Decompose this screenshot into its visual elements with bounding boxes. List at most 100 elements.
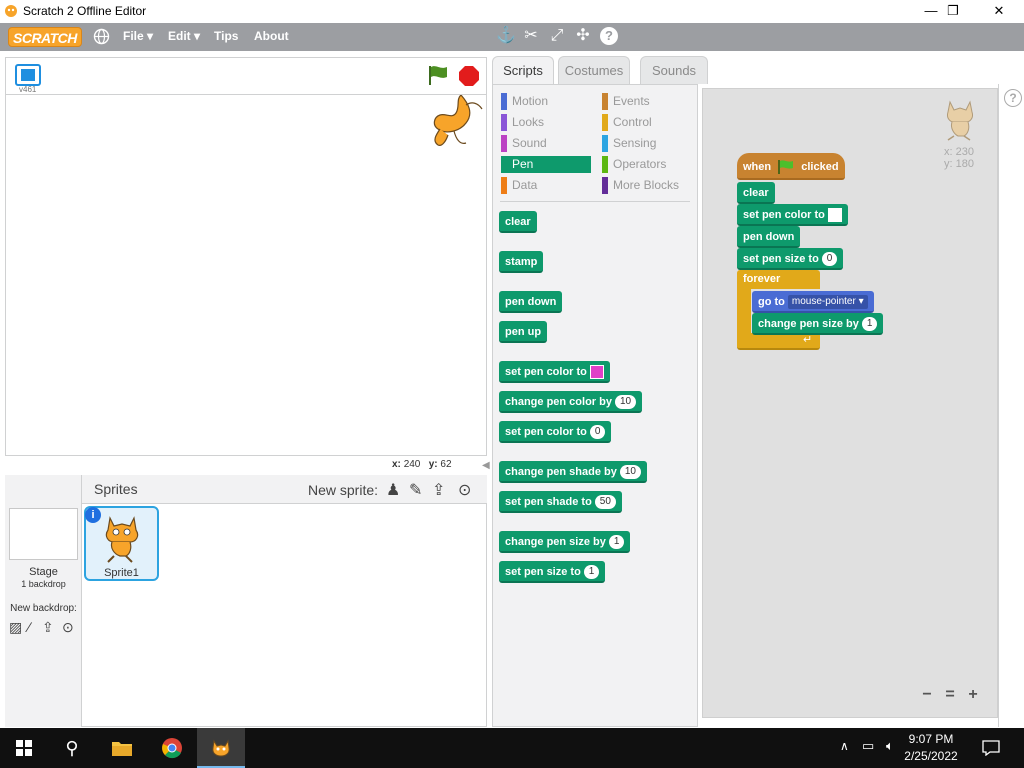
camera-backdrop-icon[interactable]: ⊙ — [62, 619, 74, 636]
clock-date: 2/25/2022 — [904, 749, 958, 763]
block-set-pen-size-to[interactable]: set pen size to 1 — [499, 561, 606, 583]
go-to-target-dropdown[interactable]: mouse-pointer ▾ — [787, 295, 868, 310]
sprite-x-readout: x: 230 — [944, 146, 974, 158]
camera-sprite-icon[interactable]: ⊙ — [458, 480, 471, 500]
block-clear[interactable]: clear — [499, 211, 537, 233]
stage-thumbnail[interactable] — [9, 508, 78, 560]
shrink-icon[interactable]: ✣ — [574, 27, 592, 45]
help-icon[interactable]: ? — [600, 27, 618, 45]
windows-start-icon[interactable] — [16, 740, 32, 756]
stop-icon[interactable] — [458, 65, 480, 87]
block-pen-up[interactable]: pen up — [499, 321, 548, 343]
backdrop-library-icon[interactable]: ▨ — [9, 619, 22, 636]
category-more-blocks[interactable]: More Blocks — [602, 177, 692, 194]
cat-sprite-on-stage[interactable] — [426, 95, 486, 150]
script-pen-down[interactable]: pen down — [737, 226, 801, 248]
tab-scripts[interactable]: Scripts — [492, 56, 554, 84]
scratch-menubar: SCRATCH File ▾ Edit ▾ Tips About ⚓ ✂ ⤢ ✣… — [0, 23, 1024, 51]
block-set-pen-color-to-number[interactable]: set pen color to 0 — [499, 421, 612, 443]
zoom-reset-icon[interactable]: = — [941, 686, 959, 704]
block-change-pen-size-by[interactable]: change pen size by 1 — [499, 531, 631, 553]
scratch-logo: SCRATCH — [8, 27, 82, 47]
pen-color-swatch[interactable] — [589, 365, 604, 380]
volume-icon[interactable]: 🔈︎ — [886, 738, 894, 754]
script-set-pen-size-to[interactable]: set pen size to 0 — [737, 248, 844, 270]
upload-backdrop-icon[interactable]: ⇪ — [42, 619, 54, 636]
mouse-coordinates: x: 240 y: 62 — [392, 459, 452, 470]
block-change-pen-color-by[interactable]: change pen color by 10 — [499, 391, 643, 413]
script-pen-color-swatch[interactable] — [827, 208, 842, 223]
upload-sprite-icon[interactable]: ⇪ — [432, 480, 445, 500]
delete-icon[interactable]: ✂ — [522, 27, 540, 45]
script-when-flag-clicked[interactable]: when clicked — [737, 153, 845, 180]
category-control[interactable]: Control — [602, 114, 692, 131]
choose-sprite-library-icon[interactable]: ♟ — [386, 480, 400, 500]
tab-sounds[interactable]: Sounds — [640, 56, 708, 84]
sprite-name: Sprite1 — [104, 567, 139, 579]
category-data[interactable]: Data — [501, 177, 591, 194]
stage-canvas[interactable] — [5, 94, 487, 456]
category-pen[interactable]: Pen — [501, 156, 591, 173]
block-change-pen-shade-by[interactable]: change pen shade by 10 — [499, 461, 647, 483]
category-motion[interactable]: Motion — [501, 93, 591, 110]
stage-label: Stage — [29, 566, 58, 578]
menu-tips[interactable]: Tips — [214, 29, 238, 43]
duplicate-icon[interactable]: ⚓ — [496, 27, 516, 45]
grow-icon[interactable]: ⤢ — [548, 27, 566, 45]
category-operators[interactable]: Operators — [602, 156, 692, 173]
search-icon[interactable]: ⚲ — [48, 728, 96, 768]
tab-costumes[interactable]: Costumes — [558, 56, 630, 84]
tray-chevron-icon[interactable]: ∧ — [840, 739, 849, 753]
fullscreen-icon[interactable] — [15, 64, 41, 86]
clock[interactable]: 9:07 PM 2/25/2022 — [896, 731, 966, 765]
zoom-out-icon[interactable]: − — [918, 686, 936, 704]
collapse-stage-arrow[interactable]: ◀ — [482, 460, 490, 472]
maximize-button[interactable]: ❐ — [930, 0, 976, 23]
block-pen-down[interactable]: pen down — [499, 291, 563, 313]
notifications-icon[interactable] — [982, 740, 1000, 756]
green-flag-icon[interactable] — [427, 64, 449, 86]
zoom-in-icon[interactable]: + — [964, 686, 982, 704]
backdrop-count: 1 backdrop — [21, 579, 66, 589]
block-stamp[interactable]: stamp — [499, 251, 544, 273]
script-change-pen-size-by[interactable]: change pen size by 1 — [752, 313, 884, 335]
script-forever-arm[interactable] — [737, 289, 751, 333]
script-forever-bottom[interactable]: ↵ — [737, 333, 820, 350]
category-sound[interactable]: Sound — [501, 135, 591, 152]
mouse-y-value: 62 — [440, 459, 452, 470]
paint-new-sprite-icon[interactable]: ✎ — [409, 480, 422, 500]
language-globe-icon[interactable] — [93, 28, 110, 45]
block-set-pen-shade-to[interactable]: set pen shade to 50 — [499, 491, 622, 513]
script-clear[interactable]: clear — [737, 182, 775, 204]
version-label: v461 — [19, 85, 37, 94]
paint-backdrop-icon[interactable]: ∕ — [28, 619, 30, 635]
forever-label: forever — [743, 273, 781, 285]
script-go-to[interactable]: go to mouse-pointer ▾ — [752, 291, 874, 313]
block-help-icon[interactable]: ? — [1004, 89, 1022, 107]
taskbar-scratch-active[interactable] — [197, 728, 245, 768]
sprite-preview-icon — [947, 100, 973, 141]
mouse-x-value: 240 — [403, 459, 421, 470]
close-button[interactable]: ✕ — [976, 0, 1022, 23]
cat-sprite-icon — [105, 516, 139, 563]
category-sensing[interactable]: Sensing — [602, 135, 692, 152]
network-icon[interactable]: ▭ — [862, 738, 874, 754]
menu-file[interactable]: File ▾ — [123, 29, 153, 43]
new-backdrop-label: New backdrop: — [10, 603, 77, 614]
editor-tabs: Scripts Costumes Sounds — [492, 56, 1024, 84]
windows-taskbar: ⚲ ∧ ▭ 🔈︎ 9:07 PM 2/25/2022 — [0, 728, 1024, 768]
sprites-title: Sprites — [94, 481, 138, 497]
category-events[interactable]: Events — [602, 93, 692, 110]
menu-about[interactable]: About — [254, 29, 289, 43]
menu-edit[interactable]: Edit ▾ — [168, 29, 200, 43]
chrome-icon[interactable] — [161, 737, 183, 759]
clock-time: 9:07 PM — [908, 732, 954, 746]
script-set-pen-color-to[interactable]: set pen color to — [737, 204, 848, 226]
sprite-info-icon[interactable]: i — [85, 507, 101, 523]
stage-header — [5, 57, 487, 95]
sprite-y-readout: y: 180 — [944, 158, 974, 170]
scratch-taskbar-icon — [212, 739, 230, 757]
block-set-pen-color-to-color[interactable]: set pen color to — [499, 361, 610, 383]
file-explorer-icon[interactable] — [111, 738, 133, 758]
category-looks[interactable]: Looks — [501, 114, 591, 131]
